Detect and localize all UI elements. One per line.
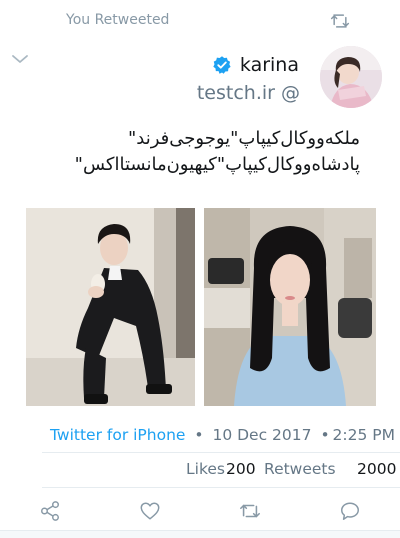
heart-icon — [140, 502, 160, 520]
avatar-image — [320, 46, 382, 108]
reply-icon — [341, 502, 359, 520]
verified-badge-icon — [213, 56, 231, 74]
retweet-context-row: You Retweeted — [0, 10, 400, 32]
retweet-icon — [330, 14, 350, 28]
meta-separator: • — [194, 426, 204, 444]
author-handle[interactable]: testch.ir @ — [197, 82, 300, 104]
retweets-label[interactable]: Retweets — [264, 460, 336, 478]
likes-label[interactable]: Likes — [186, 460, 225, 478]
author-name-row[interactable]: karina — [212, 54, 299, 76]
retweet-button[interactable] — [237, 498, 263, 524]
share-button[interactable] — [37, 498, 63, 524]
tweet-action-bar — [0, 498, 400, 524]
reply-button[interactable] — [337, 498, 363, 524]
chevron-down-icon[interactable] — [10, 52, 30, 66]
retweet-context-label: You Retweeted — [66, 12, 170, 28]
tweet-source-link[interactable]: Twitter for iPhone — [50, 426, 185, 444]
retweets-count[interactable]: 2000 — [357, 460, 396, 478]
tweet-time: 2:25 PM — [332, 426, 395, 444]
divider — [42, 487, 400, 488]
bottom-bar — [0, 530, 400, 538]
photo-man-in-suit — [26, 208, 195, 406]
photo-woman-in-blue — [204, 208, 376, 406]
tweet-date: 10 Dec 2017 — [212, 426, 312, 444]
tweet-stats-row: Likes 200 Retweets 2000 — [0, 460, 400, 482]
likes-count[interactable]: 200 — [226, 460, 256, 478]
author-display-name: karina — [239, 54, 299, 76]
share-icon — [41, 501, 59, 521]
tweet-text-line: پادشاه‌ووکال‌کیپاپ"کیهیون‌مانستااکس" — [74, 154, 360, 175]
tweet-photo-right[interactable] — [204, 208, 376, 406]
tweet-meta-row: Twitter for iPhone • 10 Dec 2017 • 2:25 … — [50, 426, 395, 444]
avatar[interactable] — [320, 46, 382, 108]
meta-separator: • — [320, 426, 330, 444]
tweet-text: ملکه‌ووکال‌کیپاپ"یوجوجی‌فرند" پادشاه‌ووک… — [20, 126, 360, 178]
tweet-text-line: ملکه‌ووکال‌کیپاپ"یوجوجی‌فرند" — [128, 128, 360, 149]
tweet-photo-left[interactable] — [26, 208, 195, 406]
divider — [42, 452, 400, 453]
like-button[interactable] — [137, 498, 163, 524]
retweet-icon — [240, 504, 260, 518]
